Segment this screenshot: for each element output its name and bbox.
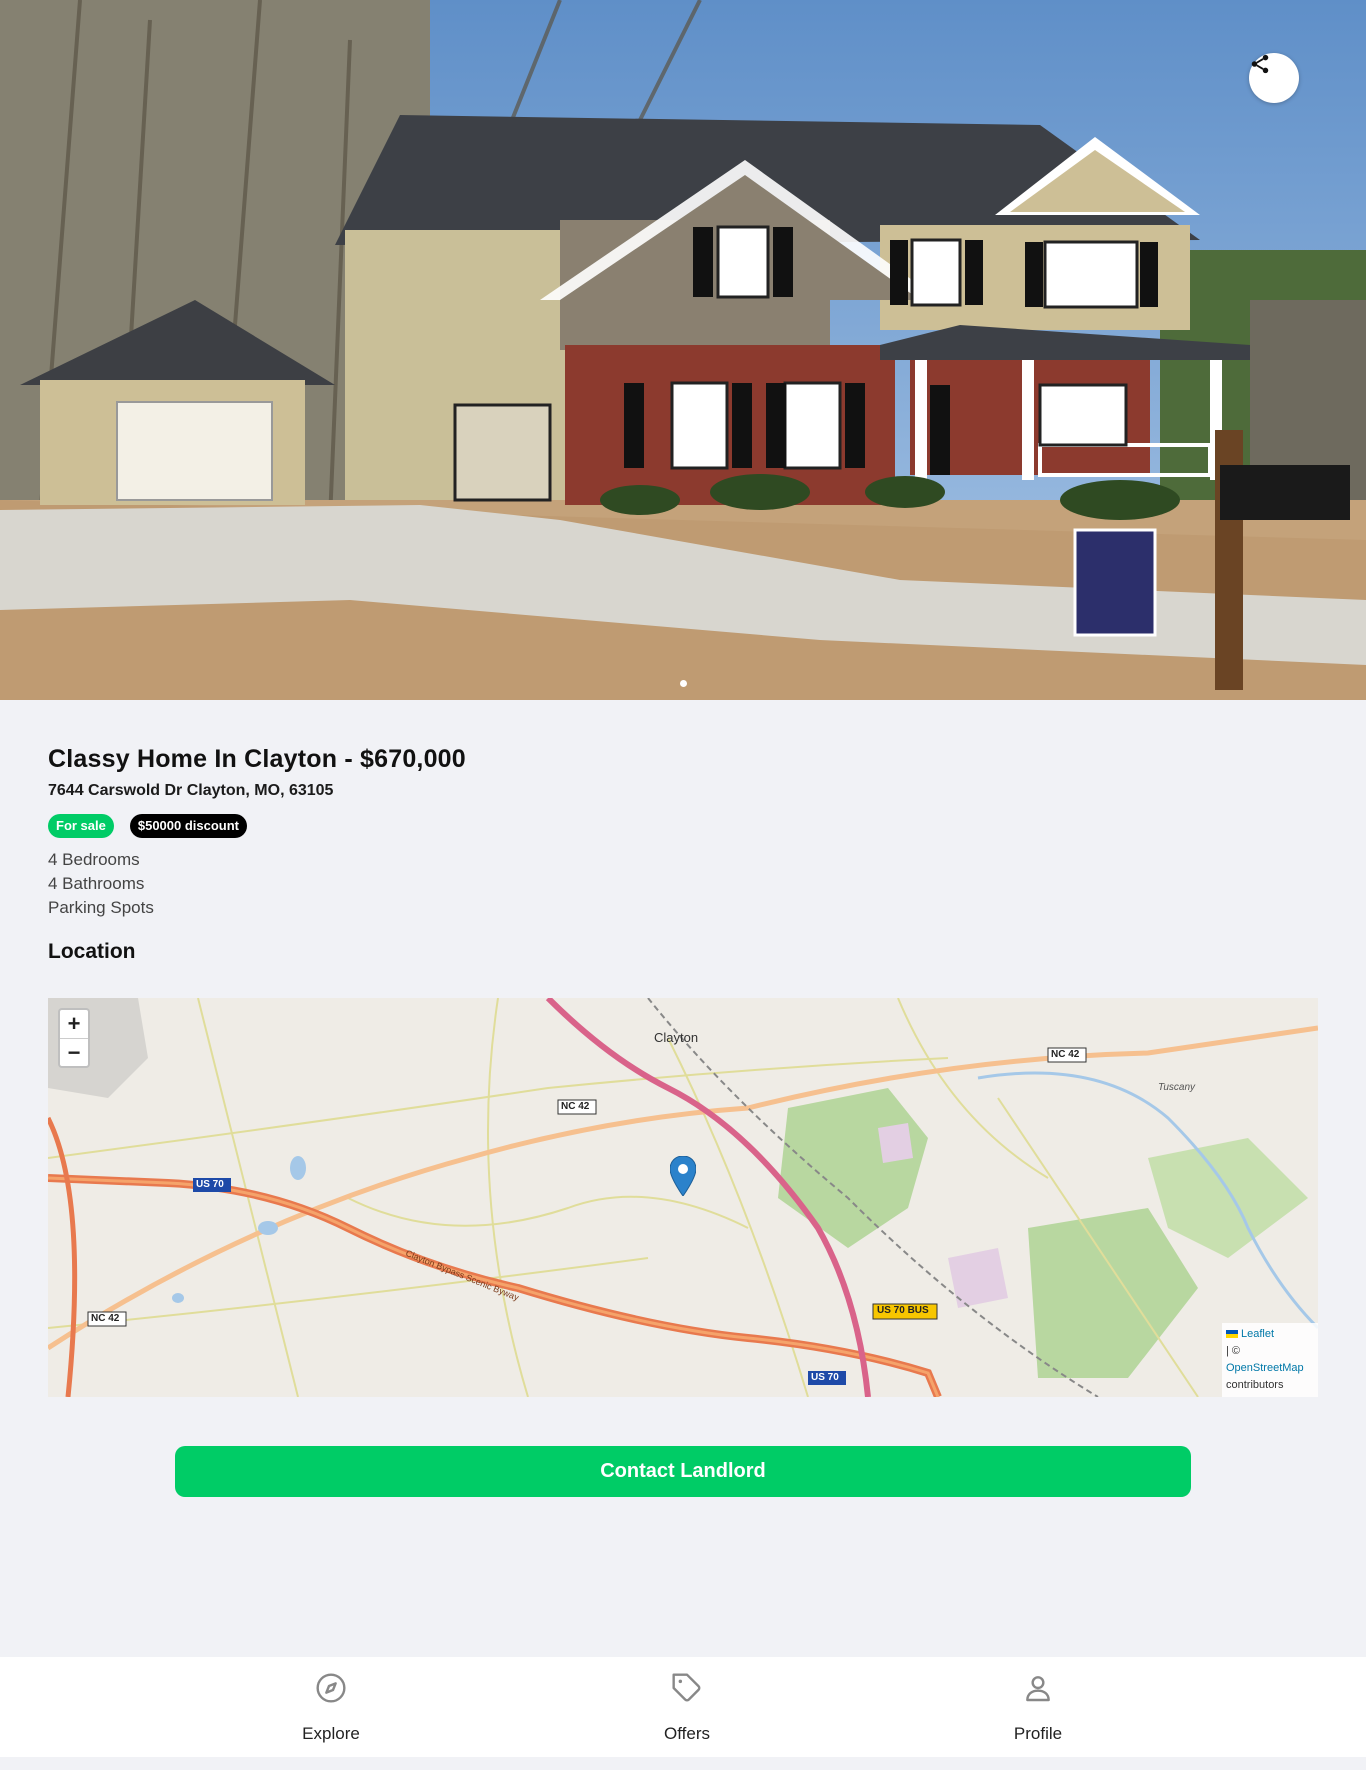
leaflet-link[interactable]: Leaflet [1241, 1328, 1274, 1340]
listing-title: Classy Home In Clayton - $670,000 [48, 745, 466, 773]
map-label-nc42: NC 42 [1051, 1049, 1080, 1060]
map-attribution: Leaflet | © OpenStreetMap contributors [1222, 1323, 1318, 1397]
user-icon [1026, 1676, 1050, 1702]
location-heading: Location [48, 940, 136, 963]
map-label-us70: US 70 [811, 1372, 839, 1383]
feature-list: 4 Bedrooms 4 Bathrooms Parking Spots [48, 848, 1318, 920]
discount-badge: $50000 discount [129, 814, 248, 838]
map-label-tuscany: Tuscany [1158, 1082, 1196, 1093]
carousel-dot-active[interactable] [679, 680, 687, 687]
feature-parking: Parking Spots [48, 898, 154, 917]
carousel-dots [0, 680, 1366, 687]
zoom-in-button[interactable]: + [60, 1010, 88, 1038]
share-icon [1251, 54, 1269, 74]
map-tiles [48, 998, 1318, 1397]
location-map[interactable]: Clayton Tuscany NC 42 NC 42 NC 42 US 70 … [48, 998, 1318, 1397]
listing-details: Classy Home In Clayton - $670,000 7644 C… [48, 745, 1318, 964]
tag-icon [672, 1673, 701, 1702]
nav-explore[interactable]: Explore [251, 1657, 411, 1757]
nav-profile-label: Profile [1013, 1724, 1063, 1743]
contact-landlord-button[interactable]: Contact Landlord [175, 1446, 1191, 1497]
bottom-spacer [0, 1757, 1366, 1770]
osm-link[interactable]: OpenStreetMap [1226, 1362, 1304, 1374]
map-marker-icon[interactable] [670, 1156, 696, 1196]
attribution-contributors: contributors [1226, 1379, 1284, 1391]
nav-explore-label: Explore [302, 1724, 360, 1743]
attribution-separator: | © [1226, 1345, 1241, 1357]
map-label-us70-bus: US 70 BUS [877, 1305, 929, 1316]
nav-profile[interactable]: Profile [958, 1657, 1118, 1757]
house-photo [0, 0, 1366, 700]
map-zoom-control: + − [58, 1008, 90, 1068]
map-label-nc42: NC 42 [561, 1101, 590, 1112]
nav-offers[interactable]: Offers [607, 1657, 767, 1757]
map-label-clayton: Clayton [654, 1030, 699, 1045]
badge-row: For sale $50000 discount [48, 814, 1318, 838]
feature-bathrooms: 4 Bathrooms [48, 874, 145, 893]
share-button[interactable] [1249, 53, 1299, 103]
compass-icon [316, 1673, 346, 1703]
map-label-nc42: NC 42 [91, 1313, 120, 1324]
status-badge: For sale [48, 814, 114, 838]
zoom-out-button[interactable]: − [60, 1038, 88, 1066]
map-label-us70: US 70 [196, 1179, 224, 1190]
ukraine-flag-icon [1226, 1330, 1238, 1339]
listing-photo[interactable] [0, 0, 1366, 700]
listing-address: 7644 Carswold Dr Clayton, MO, 63105 [48, 782, 334, 799]
nav-offers-label: Offers [664, 1724, 710, 1743]
bottom-nav: Explore Offers Profile [0, 1657, 1366, 1757]
feature-bedrooms: 4 Bedrooms [48, 850, 140, 869]
